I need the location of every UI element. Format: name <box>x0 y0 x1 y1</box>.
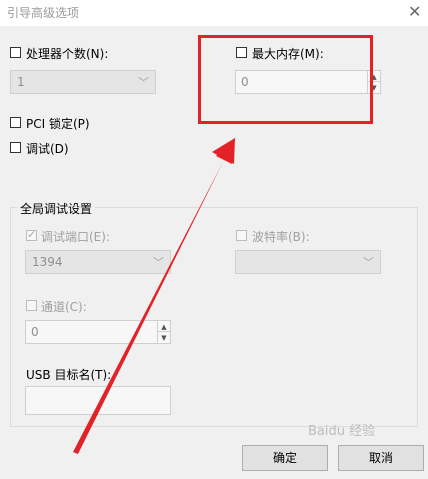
watermark: Baidu 经验 <box>308 424 376 439</box>
annotation-arrow <box>71 138 235 454</box>
arrow-head-icon <box>71 138 235 450</box>
